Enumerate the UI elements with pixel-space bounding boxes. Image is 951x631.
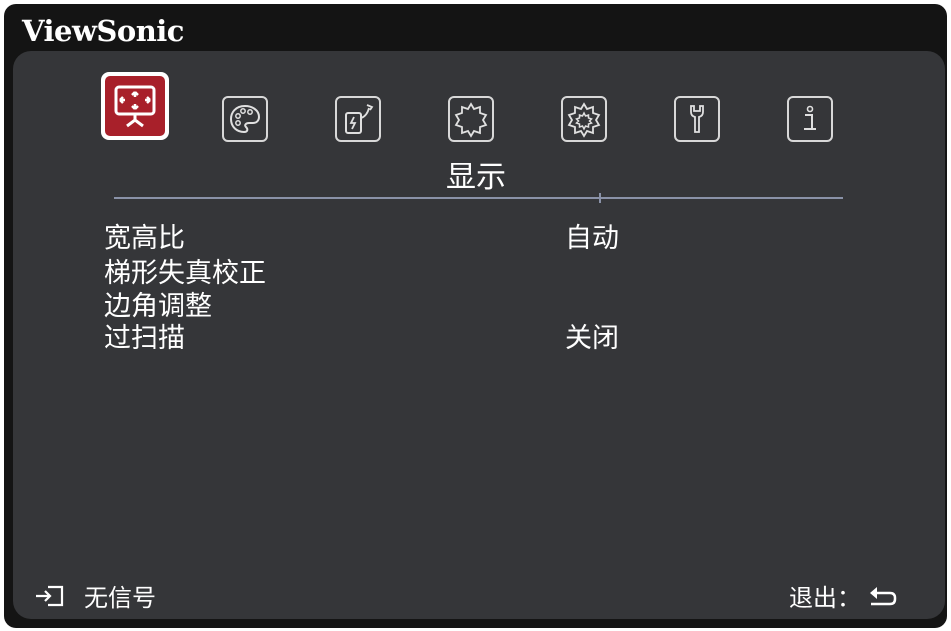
menu-item-aspect-ratio[interactable]: 宽高比	[104, 224, 185, 254]
menu-value-overscan: 关闭	[565, 323, 619, 354]
tab-basic[interactable]	[448, 96, 494, 142]
input-source-icon	[36, 585, 64, 606]
section-divider	[114, 197, 843, 199]
menu-value-aspect-ratio: 自动	[565, 223, 619, 254]
section-title: 显示	[446, 160, 506, 195]
footer-exit[interactable]: 退出：	[789, 578, 899, 613]
exit-label: 退出：	[789, 584, 861, 612]
source-status: 无信号	[84, 584, 156, 612]
tab-display[interactable]	[101, 72, 169, 140]
palette-icon	[229, 104, 261, 134]
wrench-icon	[690, 105, 704, 133]
footer-source: 无信号	[34, 578, 156, 613]
tab-system[interactable]	[674, 96, 720, 142]
menu-item-keystone[interactable]: 梯形失真校正	[104, 259, 266, 289]
brand-logo: ViewSonic	[22, 14, 184, 48]
basic-gear-icon	[454, 102, 488, 138]
divider-tick	[599, 193, 601, 203]
display-icon	[114, 85, 156, 128]
power-icon	[345, 104, 374, 134]
menu-item-overscan[interactable]: 过扫描	[104, 324, 185, 354]
tab-advanced[interactable]	[561, 96, 607, 142]
tab-information[interactable]	[787, 96, 833, 142]
menu-item-corner-adjust[interactable]: 边角调整	[104, 292, 212, 322]
info-icon	[804, 105, 816, 130]
return-icon	[870, 586, 897, 605]
tab-color[interactable]	[222, 96, 268, 142]
osd-window: ViewSonic 显示 宽高比 自动 梯形失真校正 边角调整 过扫描 关闭 无…	[4, 4, 947, 628]
advanced-gear-icon	[567, 102, 601, 138]
tab-power[interactable]	[335, 96, 381, 142]
